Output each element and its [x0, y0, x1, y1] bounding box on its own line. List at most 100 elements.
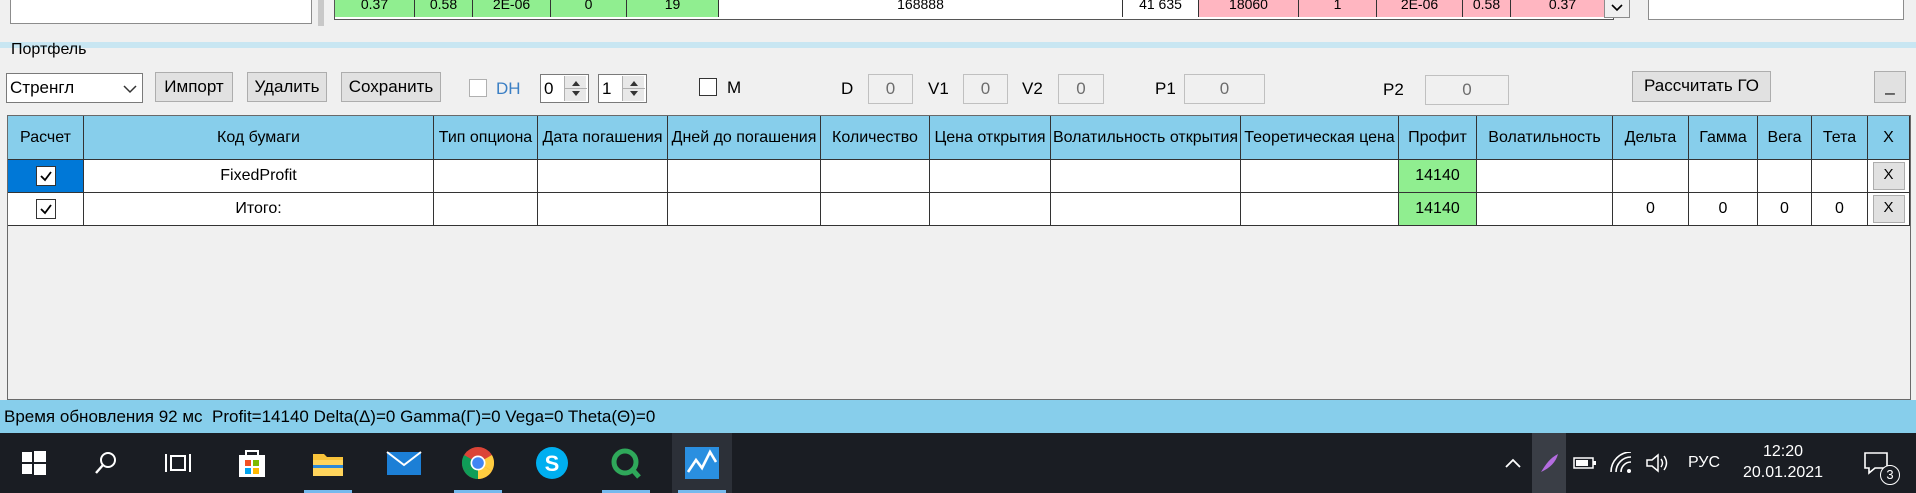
- top-cell: 0.37: [1511, 0, 1613, 17]
- speaker-icon: [1646, 453, 1668, 473]
- p1-input[interactable]: 0: [1184, 74, 1265, 104]
- taskbar-mail[interactable]: [374, 433, 434, 493]
- calc-checkbox-cell[interactable]: [8, 160, 84, 193]
- battery-indicator[interactable]: [1568, 433, 1602, 493]
- network-indicator[interactable]: [1604, 433, 1638, 493]
- spin2-input[interactable]: 1: [598, 74, 647, 103]
- column-header[interactable]: X: [1868, 116, 1910, 160]
- security-code-cell[interactable]: Итого:: [84, 193, 434, 226]
- v2-input[interactable]: 0: [1058, 74, 1104, 104]
- task-view-icon: [165, 454, 191, 472]
- column-header[interactable]: Количество: [821, 116, 930, 160]
- days-to-expiry-cell[interactable]: [668, 160, 821, 193]
- volatility-cell[interactable]: [1477, 193, 1613, 226]
- column-header[interactable]: Волатильность: [1477, 116, 1613, 160]
- calc-checkbox-cell[interactable]: [8, 193, 84, 226]
- scroll-down-button[interactable]: [1604, 0, 1630, 18]
- v1-input[interactable]: 0: [963, 74, 1008, 104]
- tray-feather-app[interactable]: [1532, 433, 1566, 493]
- top-cell: 2E-06: [1377, 0, 1463, 17]
- column-header[interactable]: Код бумаги: [84, 116, 434, 160]
- spin1-input[interactable]: 0: [540, 74, 589, 103]
- spin2-arrows[interactable]: [622, 76, 645, 101]
- remove-row-button[interactable]: X: [1872, 162, 1905, 190]
- column-header[interactable]: Теоретическая цена: [1241, 116, 1399, 160]
- calculate-go-button[interactable]: Рассчитать ГО: [1632, 71, 1771, 102]
- taskbar-trading-app[interactable]: [672, 433, 732, 493]
- theoretical-price-cell[interactable]: [1241, 160, 1399, 193]
- volatility-cell[interactable]: [1477, 160, 1613, 193]
- column-header[interactable]: Волатильность открытия: [1051, 116, 1241, 160]
- chrome-icon: [461, 447, 495, 480]
- option-type-cell[interactable]: [434, 193, 538, 226]
- gamma-cell[interactable]: 0: [1689, 193, 1758, 226]
- profit-cell[interactable]: 14140: [1399, 160, 1477, 193]
- import-button[interactable]: Импорт: [155, 72, 233, 102]
- store-bag-icon: [239, 450, 265, 477]
- spin1-arrows[interactable]: [564, 76, 587, 101]
- theta-cell[interactable]: [1812, 160, 1868, 193]
- theoretical-price-cell[interactable]: [1241, 193, 1399, 226]
- d-input[interactable]: 0: [868, 74, 913, 104]
- open-volatility-cell[interactable]: [1051, 193, 1241, 226]
- expiry-date-cell[interactable]: [538, 160, 668, 193]
- search-button[interactable]: [76, 433, 136, 493]
- task-view-button[interactable]: [148, 433, 208, 493]
- quantity-cell[interactable]: [821, 160, 930, 193]
- days-to-expiry-cell[interactable]: [668, 193, 821, 226]
- remove-row-button[interactable]: X: [1872, 195, 1905, 223]
- quantity-cell[interactable]: [821, 193, 930, 226]
- gamma-cell[interactable]: [1689, 160, 1758, 193]
- dh-checkbox[interactable]: [469, 79, 487, 97]
- strategy-select[interactable]: Стренгл: [6, 73, 143, 103]
- right-panel: [1648, 0, 1904, 20]
- p2-input[interactable]: 0: [1425, 75, 1509, 105]
- column-header[interactable]: Тип опциона: [434, 116, 538, 160]
- delta-cell[interactable]: 0: [1613, 193, 1689, 226]
- security-code-cell[interactable]: FixedProfit: [84, 160, 434, 193]
- column-header[interactable]: Гамма: [1689, 116, 1758, 160]
- checkmark-icon: [39, 204, 52, 215]
- start-button[interactable]: [4, 433, 64, 493]
- feather-icon: [1541, 454, 1558, 472]
- open-volatility-cell[interactable]: [1051, 160, 1241, 193]
- column-header[interactable]: Цена открытия: [930, 116, 1051, 160]
- delete-button[interactable]: Удалить: [247, 72, 327, 102]
- column-header[interactable]: Дата погашения: [538, 116, 668, 160]
- column-header[interactable]: Вега: [1758, 116, 1812, 160]
- v2-label: V2: [1022, 79, 1043, 98]
- vega-cell[interactable]: 0: [1758, 193, 1812, 226]
- taskbar-qip[interactable]: [596, 433, 656, 493]
- clock-date: 20.01.2021: [1742, 464, 1824, 481]
- column-header[interactable]: Профит: [1399, 116, 1477, 160]
- delta-cell[interactable]: [1613, 160, 1689, 193]
- calc-checkbox[interactable]: [35, 199, 56, 219]
- profit-cell[interactable]: 14140: [1399, 193, 1477, 226]
- open-price-cell[interactable]: [930, 160, 1051, 193]
- clock[interactable]: 12:20 20.01.2021: [1730, 433, 1836, 493]
- open-price-cell[interactable]: [930, 193, 1051, 226]
- column-header[interactable]: Дельта: [1613, 116, 1689, 160]
- expiry-date-cell[interactable]: [538, 193, 668, 226]
- remove-row-cell: X: [1868, 193, 1910, 226]
- left-list-panel: [10, 0, 312, 24]
- taskbar-file-explorer[interactable]: [298, 433, 358, 493]
- splitter[interactable]: [318, 0, 324, 26]
- show-hidden-icons-button[interactable]: [1496, 433, 1530, 493]
- taskbar-skype[interactable]: S: [522, 433, 582, 493]
- theta-cell[interactable]: 0: [1812, 193, 1868, 226]
- column-header[interactable]: Расчет: [8, 116, 84, 160]
- m-checkbox[interactable]: [699, 78, 717, 96]
- minimize-panel-button[interactable]: _: [1874, 71, 1906, 103]
- vega-cell[interactable]: [1758, 160, 1812, 193]
- calc-checkbox[interactable]: [35, 166, 56, 186]
- save-button[interactable]: Сохранить: [341, 72, 441, 102]
- taskbar-chrome[interactable]: [448, 433, 508, 493]
- language-indicator[interactable]: РУС: [1680, 433, 1728, 493]
- volume-indicator[interactable]: [1640, 433, 1674, 493]
- option-type-cell[interactable]: [434, 160, 538, 193]
- column-header[interactable]: Дней до погашения: [668, 116, 821, 160]
- action-center-button[interactable]: 3: [1846, 433, 1906, 493]
- taskbar-app-store[interactable]: [222, 433, 282, 493]
- column-header[interactable]: Тета: [1812, 116, 1868, 160]
